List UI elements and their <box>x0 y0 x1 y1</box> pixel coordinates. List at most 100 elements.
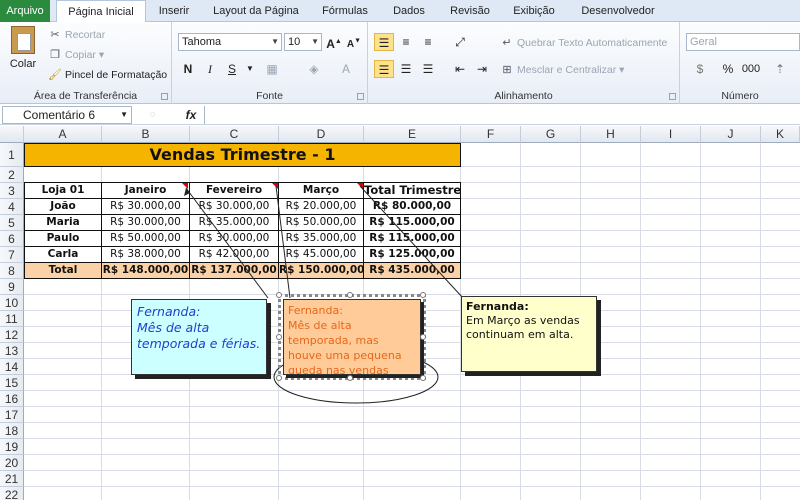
paste-label: Colar <box>9 58 37 70</box>
name-box-value: Comentário 6 <box>23 108 96 122</box>
resize-handle[interactable] <box>347 375 353 381</box>
resize-handle[interactable] <box>420 334 426 340</box>
comment-box[interactable]: Fernanda: Mês de alta temporada, mas hou… <box>283 299 421 375</box>
menu-bar: Arquivo Página Inicial Inserir Layout da… <box>0 0 800 23</box>
font-size-select[interactable]: 10 ▼ <box>284 33 322 51</box>
resize-handle[interactable] <box>347 292 353 298</box>
underline-icon: S <box>227 62 236 76</box>
alignment-group-label: Alinhamento <box>494 90 553 102</box>
font-group: Tahoma ▼ 10 ▼ A▲ A▼ N I S ▼ ▦ ◈ A Fonte . <box>172 22 368 104</box>
comment-box[interactable]: Fernanda: Em Março as vendas continuam e… <box>461 296 597 372</box>
number-format-select[interactable]: Geral <box>686 33 800 51</box>
tab-exibicao[interactable]: Exibição <box>506 0 562 22</box>
font-name-select[interactable]: Tahoma ▼ <box>178 33 282 51</box>
grow-font-button[interactable]: A▲ <box>324 33 344 51</box>
font-group-label: Fonte <box>256 90 283 102</box>
copy-button[interactable]: ❐ Copiar ▾ <box>48 48 104 62</box>
font-name-value: Tahoma <box>182 36 222 48</box>
decrease-indent-button[interactable]: ⇤ <box>450 60 470 78</box>
comment-author: Fernanda: <box>137 304 201 319</box>
orientation-button[interactable]: ⤢ <box>450 33 470 51</box>
align-bottom-button[interactable]: ≡ <box>418 33 438 51</box>
shrink-font-icon: A▼ <box>346 38 362 51</box>
cut-button[interactable]: ✂ Recortar <box>48 28 105 42</box>
comment-box[interactable]: Fernanda: Mês de alta temporada e férias… <box>131 299 267 375</box>
fill-color-button[interactable]: ◈ <box>304 60 324 78</box>
currency-button[interactable]: $ <box>690 60 710 78</box>
italic-button[interactable]: I <box>200 60 220 78</box>
tab-arquivo[interactable]: Arquivo <box>0 0 50 22</box>
chevron-down-icon: ▼ <box>271 37 279 46</box>
comment-author: Fernanda: <box>466 300 529 313</box>
resize-handle[interactable] <box>276 334 282 340</box>
name-box[interactable]: Comentário 6 ▼ <box>2 106 132 124</box>
font-color-button[interactable]: A <box>336 60 356 78</box>
merge-center-button[interactable]: ⊞ Mesclar e Centralizar ▾ <box>500 63 624 77</box>
align-top-button[interactable]: ☰ <box>374 33 394 51</box>
formula-bar: Comentário 6 ▼ ◌ fx <box>0 105 800 125</box>
tab-dados[interactable]: Dados <box>384 0 434 22</box>
comment-text: Mês de alta temporada e férias. <box>137 320 261 351</box>
align-right-button[interactable]: ☰ <box>418 60 438 78</box>
bold-button[interactable]: N <box>178 60 198 78</box>
resize-handle[interactable] <box>276 292 282 298</box>
format-painter-label: Pincel de Formatação <box>65 68 168 81</box>
align-left-icon: ☰ <box>378 63 390 77</box>
font-size-value: 10 <box>288 36 301 48</box>
formula-input[interactable] <box>204 106 800 124</box>
underline-button[interactable]: S <box>222 60 242 78</box>
increase-decimal-button[interactable]: ⇡ <box>770 60 790 78</box>
underline-dropdown[interactable]: ▼ <box>240 60 260 78</box>
align-center-icon: ☰ <box>400 62 412 76</box>
wrap-text-button[interactable]: ↵ Quebrar Texto Automaticamente <box>500 36 667 50</box>
align-right-icon: ☰ <box>422 62 434 76</box>
borders-button[interactable]: ▦ <box>262 60 282 78</box>
align-left-button[interactable]: ☰ <box>374 60 394 78</box>
number-format-value: Geral <box>690 36 717 48</box>
font-color-icon: A <box>341 62 350 76</box>
thousands-button[interactable]: 000 <box>738 60 764 78</box>
wrap-text-label: Quebrar Texto Automaticamente <box>517 36 668 49</box>
name-box-circle-icon: ◌ <box>150 109 156 119</box>
bold-icon: N <box>183 62 193 76</box>
format-painter-button[interactable]: 🖌 Pincel de Formatação <box>48 68 167 82</box>
tab-formulas[interactable]: Fórmulas <box>316 0 374 22</box>
align-center-button[interactable]: ☰ <box>396 60 416 78</box>
align-middle-button[interactable]: ≡ <box>396 33 416 51</box>
shrink-font-button[interactable]: A▼ <box>344 33 364 51</box>
font-dialog-launcher[interactable]: . <box>357 93 364 100</box>
percent-button[interactable]: % <box>718 60 738 78</box>
increase-indent-button[interactable]: ⇥ <box>472 60 492 78</box>
clipboard-icon <box>11 26 35 54</box>
italic-icon: I <box>208 62 212 76</box>
tab-layout-pagina[interactable]: Layout da Página <box>208 0 304 22</box>
number-group: Geral $ % 000 ⇡ Número <box>680 22 800 104</box>
align-middle-icon: ≡ <box>402 35 410 49</box>
align-top-icon: ☰ <box>378 36 390 50</box>
clipboard-dialog-launcher[interactable]: . <box>161 93 168 100</box>
tab-desenvolvedor[interactable]: Desenvolvedor <box>572 0 664 22</box>
comment-connector-line <box>275 185 291 299</box>
spreadsheet-grid[interactable]: A B C D E F G H I J K 1 2 3 4 5 6 7 8 9 … <box>0 126 800 500</box>
ribbon: Colar ✂ Recortar ❐ Copiar ▾ 🖌 Pincel de For… <box>0 22 800 104</box>
grow-font-icon: A▲ <box>326 37 342 51</box>
resize-handle[interactable] <box>420 375 426 381</box>
alignment-dialog-launcher[interactable]: . <box>669 93 676 100</box>
resize-handle[interactable] <box>276 375 282 381</box>
decrease-indent-icon: ⇤ <box>454 62 466 76</box>
copy-label: Copiar <box>65 48 96 61</box>
tab-inserir[interactable]: Inserir <box>150 0 198 22</box>
fill-bucket-icon: ◈ <box>309 62 319 76</box>
paste-button[interactable]: Colar <box>6 26 40 72</box>
chevron-down-icon: ▼ <box>246 64 254 73</box>
selected-comment-frame[interactable]: Fernanda: Mês de alta temporada, mas hou… <box>278 294 426 380</box>
tab-revisao[interactable]: Revisão <box>444 0 496 22</box>
chevron-down-icon: ▼ <box>311 37 319 46</box>
insert-function-button[interactable]: fx <box>180 106 202 124</box>
tab-pagina-inicial[interactable]: Página Inicial <box>56 0 146 23</box>
thousands-label: 000 <box>741 63 761 75</box>
wrap-text-icon: ↵ <box>502 37 512 49</box>
comment-connector-line <box>359 185 464 299</box>
resize-handle[interactable] <box>420 292 426 298</box>
currency-icon: $ <box>696 62 704 76</box>
